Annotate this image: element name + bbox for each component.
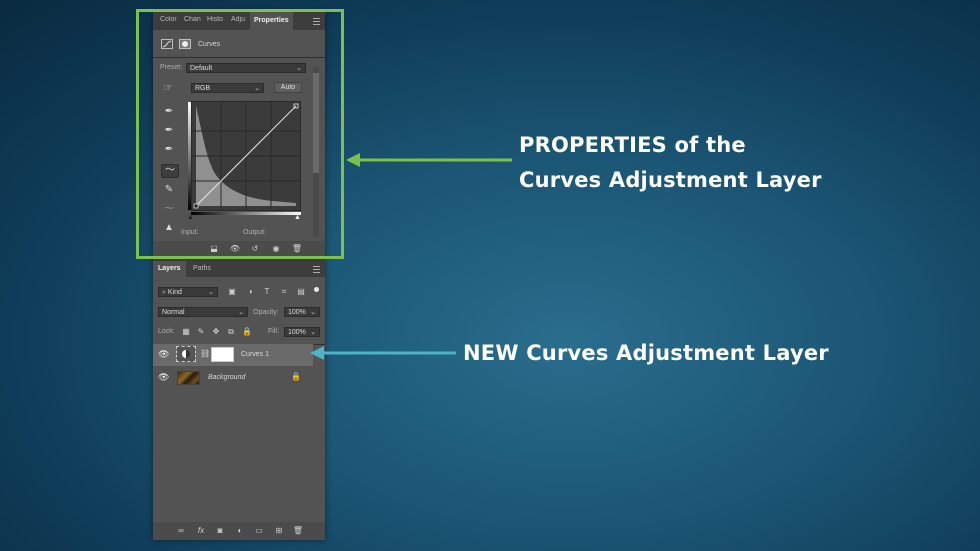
- properties-scrollbar[interactable]: [313, 67, 319, 237]
- layer-name: Background: [208, 374, 246, 381]
- curve-endpoint-black: [193, 203, 199, 209]
- filter-toggle-icon[interactable]: [314, 287, 319, 292]
- opacity-label: Opacity:: [253, 309, 279, 316]
- lock-icon: 🔒: [291, 372, 301, 381]
- chevron-down-icon: ⌄: [254, 85, 260, 92]
- preset-dropdown[interactable]: Default ⌄: [186, 63, 306, 73]
- blend-mode-value: Normal: [162, 309, 185, 316]
- layers-panel-menu-icon[interactable]: [313, 266, 320, 273]
- lock-all-icon[interactable]: 🔒: [241, 327, 253, 337]
- gray-point-eyedropper-icon[interactable]: ✒: [163, 125, 175, 137]
- chevron-down-icon: ⌄: [310, 329, 316, 336]
- tab-adjustments[interactable]: Adju: [231, 16, 248, 23]
- white-point-eyedropper-icon[interactable]: ✒: [163, 144, 175, 156]
- auto-button[interactable]: Auto: [274, 82, 302, 93]
- input-label: Input:: [181, 229, 199, 236]
- opacity-field[interactable]: 100% ⌄: [284, 307, 320, 317]
- delete-layer-icon[interactable]: 🗑: [292, 526, 304, 536]
- filter-adjustment-icon[interactable]: ◑: [244, 287, 256, 297]
- black-slider-icon[interactable]: ▲: [187, 214, 194, 221]
- new-group-icon[interactable]: ▭: [253, 526, 265, 536]
- reset-icon[interactable]: ↺: [249, 244, 261, 254]
- chevron-down-icon: ⌄: [296, 65, 302, 72]
- input-gradient-bar: [191, 212, 301, 215]
- curves-graph-svg: [192, 102, 300, 210]
- lock-transparent-icon[interactable]: ▦: [180, 327, 192, 337]
- curves-graph[interactable]: [188, 101, 301, 211]
- lock-image-icon[interactable]: ✎: [195, 327, 207, 337]
- layers-footer: ∞ fx ◙ ◐ ▭ ⊞ 🗑: [153, 522, 325, 540]
- channel-dropdown[interactable]: RGB ⌄: [191, 83, 264, 93]
- properties-footer: ⬓ 👁 ↺ ◉ 🗑: [153, 241, 325, 257]
- lock-position-icon[interactable]: ✥: [210, 327, 222, 337]
- scrollbar-thumb[interactable]: [313, 73, 319, 173]
- layer-name: Curves 1: [241, 351, 270, 358]
- tab-properties[interactable]: Properties: [250, 12, 293, 30]
- eye-icon[interactable]: 👁: [158, 349, 169, 360]
- toggle-visibility-icon[interactable]: ◉: [270, 244, 282, 254]
- delete-icon[interactable]: 🗑: [291, 244, 303, 254]
- output-gradient-bar: [188, 102, 191, 210]
- properties-annotation-line1: PROPERTIES of the: [519, 133, 746, 157]
- properties-arrow: [346, 153, 512, 167]
- white-slider-icon[interactable]: ▲: [294, 214, 301, 221]
- divider: [153, 57, 325, 58]
- view-previous-state-icon[interactable]: 👁: [229, 244, 241, 254]
- filter-type-icon[interactable]: T: [261, 287, 273, 297]
- layer-mask-thumbnail[interactable]: [211, 347, 234, 362]
- lock-label: Lock:: [158, 328, 175, 335]
- layer-mask-icon[interactable]: [179, 39, 191, 49]
- properties-annotation-line2: Curves Adjustment Layer: [519, 168, 822, 192]
- properties-header-label: Curves: [198, 41, 221, 48]
- chevron-down-icon: ⌄: [208, 289, 214, 296]
- new-adjustment-layer-icon[interactable]: ◐: [234, 526, 246, 536]
- photoshop-panel-stack: Color Chan Histo Adju Properties Curves …: [153, 12, 325, 540]
- fill-value: 100%: [288, 329, 306, 336]
- filter-shape-icon[interactable]: ⌗: [278, 287, 290, 297]
- blend-mode-dropdown[interactable]: Normal ⌄: [158, 307, 248, 317]
- filter-smart-object-icon[interactable]: ▤: [295, 287, 307, 297]
- tab-history[interactable]: Histo: [207, 16, 225, 23]
- curve-points-tool-icon[interactable]: 〜: [161, 164, 179, 178]
- adjustment-layer-thumbnail: [176, 346, 196, 362]
- curves-adjustment-icon: [161, 39, 173, 49]
- chevron-down-icon: ⌄: [310, 309, 316, 316]
- chevron-down-icon: ⌄: [238, 309, 244, 316]
- pencil-tool-icon[interactable]: ✎: [163, 184, 175, 196]
- on-image-adjust-icon[interactable]: ☞: [162, 83, 174, 95]
- preset-label: Preset:: [160, 64, 183, 71]
- link-icon[interactable]: ⛓: [200, 349, 210, 358]
- panel-menu-icon[interactable]: [313, 18, 320, 25]
- fx-icon[interactable]: fx: [195, 526, 207, 536]
- background-thumbnail: [177, 371, 200, 385]
- clip-to-layer-icon[interactable]: ⬓: [208, 244, 220, 254]
- tab-channels[interactable]: Chan: [184, 16, 201, 23]
- add-mask-icon[interactable]: ◙: [214, 526, 226, 536]
- clipping-warning-icon[interactable]: ▲: [161, 222, 177, 234]
- filter-pixel-icon[interactable]: ▣: [226, 287, 238, 297]
- output-label: Output:: [243, 229, 266, 236]
- preset-value: Default: [190, 65, 213, 72]
- opacity-value: 100%: [288, 309, 306, 316]
- layers-tab-bar: Layers Paths: [153, 261, 325, 277]
- tab-color[interactable]: Color: [160, 16, 178, 23]
- layer-filter-dropdown[interactable]: ⌕ Kind ⌄: [158, 287, 218, 297]
- new-layer-icon[interactable]: ⊞: [273, 526, 285, 536]
- filter-value: Kind: [167, 289, 182, 296]
- layer-row-curves[interactable]: 👁 ⛓ Curves 1: [153, 344, 313, 366]
- smooth-curve-icon[interactable]: ⁓: [163, 203, 175, 215]
- black-point-eyedropper-icon[interactable]: ✒: [163, 106, 175, 118]
- fill-label: Fill:: [268, 328, 279, 335]
- new-layer-annotation: NEW Curves Adjustment Layer: [463, 341, 829, 365]
- tab-layers[interactable]: Layers: [153, 261, 186, 277]
- new-layer-arrow: [310, 346, 456, 360]
- eye-icon[interactable]: 👁: [158, 372, 169, 383]
- channel-value: RGB: [195, 85, 211, 92]
- tab-paths[interactable]: Paths: [193, 261, 211, 277]
- fill-field[interactable]: 100% ⌄: [284, 327, 320, 337]
- properties-tab-bar: Color Chan Histo Adju Properties: [153, 12, 325, 30]
- lock-artboard-icon[interactable]: ⧉: [225, 327, 237, 337]
- layer-row-background[interactable]: 👁 Background 🔒: [153, 367, 313, 389]
- link-layers-icon[interactable]: ∞: [175, 526, 187, 536]
